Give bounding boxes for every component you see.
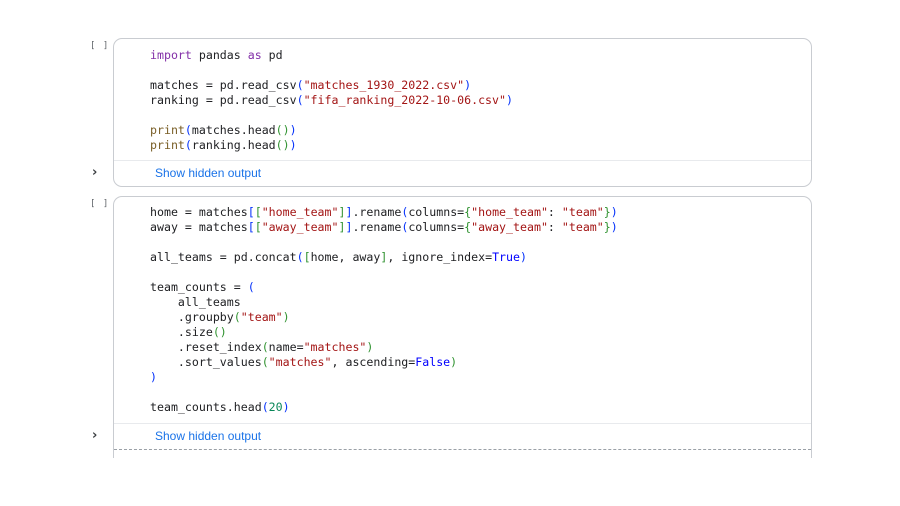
code-line: team_counts = (: [150, 280, 255, 294]
code-line: all_teams = pd.concat([home, away], igno…: [150, 250, 527, 264]
code-editor[interactable]: home = matches[["home_team"]].rename(col…: [150, 205, 618, 415]
code-line: .sort_values("matches", ascending=False): [150, 355, 458, 369]
code-cell[interactable]: home = matches[["home_team"]].rename(col…: [113, 196, 812, 458]
code-line: all_teams: [150, 295, 241, 309]
code-line: print(ranking.head()): [150, 138, 297, 152]
code-line: ): [150, 370, 157, 384]
code-line: .size(): [150, 325, 227, 339]
code-line: .groupby("team"): [150, 310, 290, 324]
show-hidden-output-link[interactable]: Show hidden output: [155, 429, 261, 443]
code-line: print(matches.head()): [150, 123, 297, 137]
code-cell[interactable]: import pandas as pd matches = pd.read_cs…: [113, 38, 812, 187]
output-area: Show hidden output: [114, 424, 811, 450]
code-line: matches = pd.read_csv("matches_1930_2022…: [150, 78, 472, 92]
code-editor[interactable]: import pandas as pd matches = pd.read_cs…: [150, 48, 513, 153]
code-line: home = matches[["home_team"]].rename(col…: [150, 205, 618, 219]
chevron-right-icon[interactable]: ›: [92, 165, 97, 180]
cell-drop-indicator: [114, 449, 811, 450]
code-line: import pandas as pd: [150, 48, 283, 62]
code-line: team_counts.head(20): [150, 400, 290, 414]
cell-run-button[interactable]: [ ]: [90, 41, 109, 51]
show-hidden-output-link[interactable]: Show hidden output: [155, 166, 261, 180]
code-line: .reset_index(name="matches"): [150, 340, 374, 354]
code-line: ranking = pd.read_csv("fifa_ranking_2022…: [150, 93, 513, 107]
cell-run-button[interactable]: [ ]: [90, 199, 109, 209]
chevron-right-icon[interactable]: ›: [92, 428, 97, 443]
code-line: away = matches[["away_team"]].rename(col…: [150, 220, 618, 234]
output-area: Show hidden output: [114, 161, 811, 187]
